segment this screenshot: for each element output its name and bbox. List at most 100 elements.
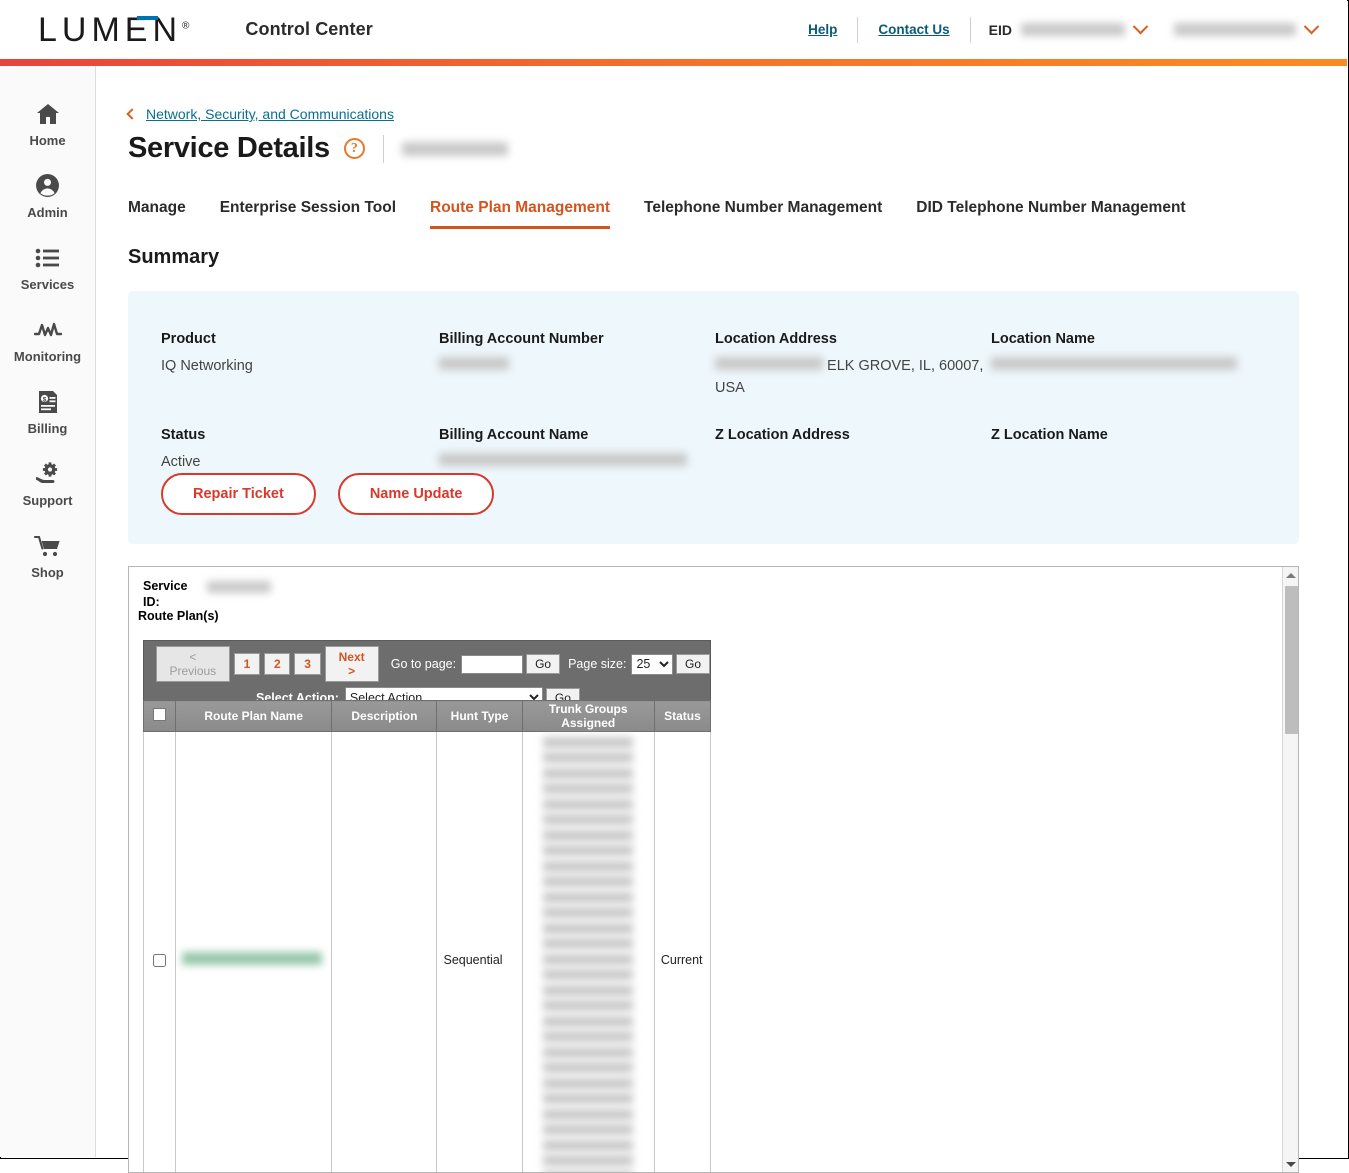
column-header-description[interactable]: Description — [332, 701, 437, 732]
sidebar-label-shop: Shop — [31, 565, 64, 580]
sidebar-item-monitoring[interactable]: Monitoring — [0, 304, 95, 376]
tab-route-plan-management[interactable]: Route Plan Management — [430, 199, 610, 229]
trunk-group-item-masked — [543, 752, 633, 763]
column-header-hunt-type[interactable]: Hunt Type — [437, 701, 522, 732]
select-all-checkbox[interactable] — [153, 708, 166, 721]
page-size-go-button[interactable]: Go — [676, 654, 710, 674]
trunk-group-item-masked — [543, 954, 633, 965]
next-page-button[interactable]: Next > — [325, 646, 379, 682]
label-z-location-name: Z Location Name — [991, 427, 1299, 443]
scrollbar-thumb[interactable] — [1285, 586, 1298, 734]
label-product: Product — [161, 331, 439, 347]
tab-bar: Manage Enterprise Session Tool Route Pla… — [128, 199, 1347, 229]
eid-label: EID — [989, 22, 1012, 38]
summary-card: Product IQ Networking Billing Account Nu… — [128, 291, 1299, 544]
select-all-header[interactable] — [144, 701, 176, 732]
page-size-select[interactable]: 25 — [631, 654, 673, 675]
repair-ticket-button[interactable]: Repair Ticket — [161, 473, 316, 515]
back-chevron-icon[interactable] — [126, 108, 137, 119]
previous-page-button[interactable]: < Previous — [156, 646, 230, 682]
page-title-row: Service Details ? — [128, 132, 1347, 165]
tab-did-telephone-number-management[interactable]: DID Telephone Number Management — [916, 199, 1185, 229]
row-checkbox[interactable] — [153, 954, 166, 967]
route-plan-table: Route Plan Name Description Hunt Type Tr… — [143, 700, 711, 1173]
service-label-masked — [402, 142, 508, 156]
top-header-bar: LUMEN® Control Center Help Contact Us EI… — [0, 0, 1347, 59]
column-header-status[interactable]: Status — [654, 701, 710, 732]
contact-us-link[interactable]: Contact Us — [864, 22, 963, 37]
summary-field-z-location-name: Z Location Name — [991, 427, 1299, 496]
trunk-group-item-masked — [543, 1000, 633, 1011]
account-chevron-down-icon[interactable] — [1304, 19, 1320, 35]
value-location-address: ELK GROVE, IL, 60007, USA — [715, 356, 991, 400]
breadcrumb-link[interactable]: Network, Security, and Communications — [146, 106, 394, 122]
value-z-location-address — [715, 452, 991, 472]
logo-wordmark: LUMEN — [38, 11, 182, 49]
trunk-group-item-masked — [543, 799, 633, 810]
help-question-icon[interactable]: ? — [344, 138, 365, 159]
tab-manage[interactable]: Manage — [128, 199, 186, 229]
page-button-1[interactable]: 1 — [234, 653, 260, 675]
tab-enterprise-session-tool[interactable]: Enterprise Session Tool — [220, 199, 396, 229]
lumen-logo[interactable]: LUMEN® — [38, 13, 189, 47]
location-street-masked — [715, 357, 823, 370]
value-z-location-name — [991, 452, 1299, 472]
page-button-2[interactable]: 2 — [264, 653, 290, 675]
trunk-group-item-masked — [543, 1062, 633, 1073]
route-plan-panel: Service ID: Route Plan(s) < Previous 1 2… — [128, 566, 1299, 1173]
sidebar-label-billing: Billing — [28, 421, 68, 436]
sidebar-item-services[interactable]: Services — [0, 232, 95, 304]
sidebar-label-home: Home — [29, 133, 65, 148]
column-header-route-plan-name[interactable]: Route Plan Name — [176, 701, 332, 732]
goto-page-go-button[interactable]: Go — [526, 654, 560, 674]
label-status: Status — [161, 427, 439, 443]
name-update-button[interactable]: Name Update — [338, 473, 495, 515]
list-icon — [35, 245, 60, 271]
column-header-trunk-groups-assigned[interactable]: Trunk Groups Assigned — [522, 701, 654, 732]
trunk-group-item-masked — [543, 1155, 633, 1166]
scroll-down-arrow-icon[interactable] — [1283, 1156, 1299, 1172]
trunk-group-item-masked — [543, 845, 633, 856]
help-link[interactable]: Help — [794, 22, 851, 37]
row-select-cell[interactable] — [144, 732, 176, 1173]
pulse-icon — [34, 317, 62, 343]
brand-gradient-bar — [0, 59, 1347, 66]
sidebar-item-admin[interactable]: Admin — [0, 160, 95, 232]
label-billing-account-number: Billing Account Number — [439, 331, 715, 347]
goto-page-input[interactable] — [461, 655, 523, 674]
panel-vertical-scrollbar[interactable] — [1282, 567, 1298, 1172]
value-status: Active — [161, 452, 439, 474]
sidebar-item-billing[interactable]: $ Billing — [0, 376, 95, 448]
trunk-group-item-masked — [543, 1140, 633, 1151]
cell-route-plan-name[interactable] — [176, 732, 332, 1173]
table-row[interactable]: Sequential Current — [144, 732, 711, 1173]
billing-account-name-masked-line1 — [439, 453, 687, 466]
route-plan-name-link-masked[interactable] — [182, 952, 322, 965]
invoice-icon: $ — [37, 389, 59, 415]
trunk-group-item-masked — [543, 892, 633, 903]
sidebar-item-home[interactable]: Home — [0, 88, 95, 160]
sidebar-item-shop[interactable]: Shop — [0, 520, 95, 592]
sidebar-label-monitoring: Monitoring — [14, 349, 81, 364]
trunk-group-item-masked — [543, 876, 633, 887]
label-billing-account-name: Billing Account Name — [439, 427, 715, 443]
cart-icon — [34, 533, 61, 559]
scroll-up-arrow-icon[interactable] — [1283, 567, 1299, 583]
main-content: Network, Security, and Communications Se… — [97, 66, 1347, 1157]
trunk-group-item-masked — [543, 1047, 633, 1058]
service-id-value-masked — [207, 581, 271, 593]
trunk-group-item-masked — [543, 737, 633, 748]
summary-heading: Summary — [128, 246, 1347, 269]
trunk-group-item-masked — [543, 814, 633, 825]
sidebar-label-admin: Admin — [27, 205, 67, 220]
table-header-row: Route Plan Name Description Hunt Type Tr… — [144, 701, 711, 732]
eid-chevron-down-icon[interactable] — [1133, 19, 1149, 35]
page-size-label: Page size: — [568, 657, 626, 671]
trunk-group-item-masked — [543, 907, 633, 918]
tab-telephone-number-management[interactable]: Telephone Number Management — [644, 199, 882, 229]
sidebar-item-support[interactable]: Support — [0, 448, 95, 520]
cell-description — [332, 732, 437, 1173]
summary-field-product: Product IQ Networking — [161, 331, 439, 400]
page-button-3[interactable]: 3 — [294, 653, 320, 675]
svg-text:$: $ — [42, 396, 46, 403]
